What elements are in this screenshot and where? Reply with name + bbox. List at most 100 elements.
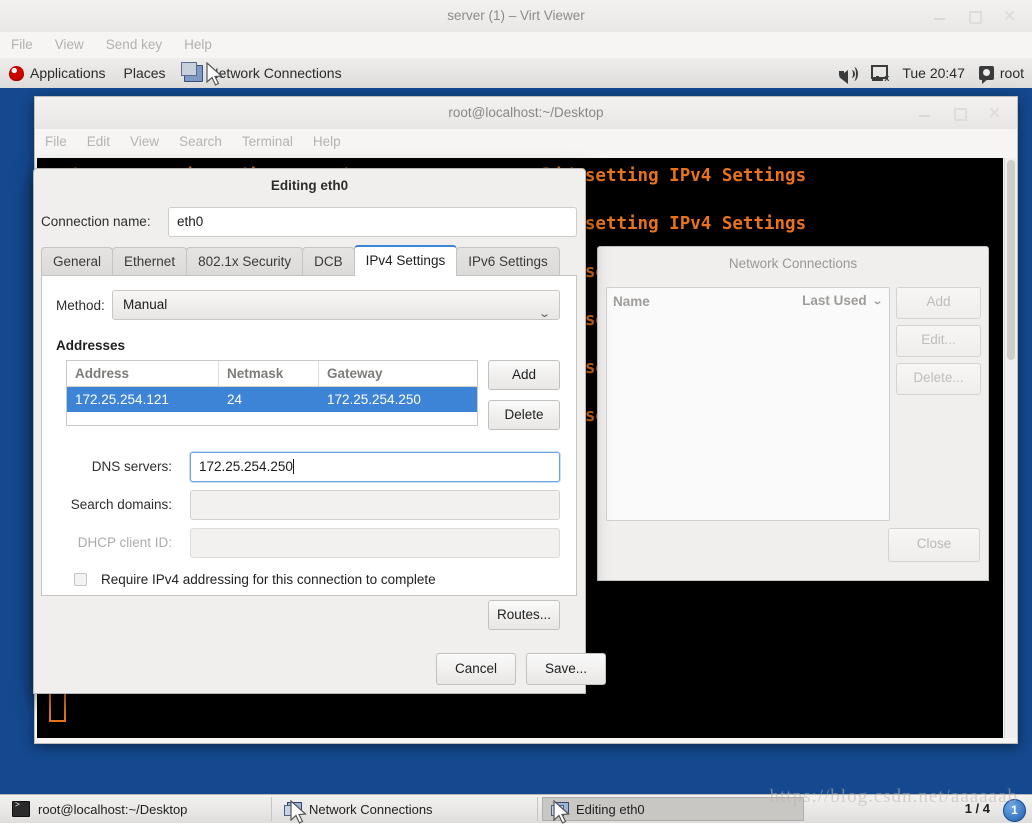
clock[interactable]: Tue 20:47 bbox=[902, 65, 965, 81]
cancel-button[interactable]: Cancel bbox=[436, 653, 516, 685]
connection-name-input[interactable]: eth0 bbox=[168, 207, 577, 237]
column-header-address[interactable]: Address bbox=[67, 361, 219, 386]
taskbar-item-terminal[interactable]: root@localhost:~/Desktop bbox=[4, 797, 272, 821]
volume-icon[interactable] bbox=[839, 66, 859, 84]
minimize-icon[interactable] bbox=[933, 10, 946, 23]
terminal-window-controls: ✕ bbox=[918, 97, 1001, 129]
maximize-icon[interactable] bbox=[968, 10, 982, 24]
terminal-menu-view[interactable]: View bbox=[120, 129, 169, 155]
dns-servers-input[interactable]: 172.25.254.250 bbox=[190, 452, 560, 482]
terminal-menu-file[interactable]: File bbox=[35, 129, 77, 155]
user-menu[interactable]: root bbox=[978, 65, 1024, 84]
connection-name-label: Connection name: bbox=[41, 214, 151, 229]
gnome-top-panel: Applications Places Network Connections … bbox=[0, 58, 1032, 89]
dns-servers-label: DNS servers: bbox=[91, 459, 172, 474]
column-header-gateway[interactable]: Gateway bbox=[319, 361, 475, 386]
terminal-menu-help[interactable]: Help bbox=[303, 129, 351, 155]
places-menu-label: Places bbox=[123, 65, 166, 81]
nc-delete-button[interactable]: Delete... bbox=[896, 363, 981, 395]
network-connections-title: Network Connections bbox=[728, 256, 858, 271]
save-button[interactable]: Save... bbox=[526, 653, 606, 685]
cell-netmask[interactable]: 24 bbox=[219, 387, 319, 412]
active-window-label: Network Connections bbox=[208, 65, 342, 81]
terminal-scrollbar-thumb[interactable] bbox=[1007, 160, 1015, 360]
menu-send-key[interactable]: Send key bbox=[95, 32, 173, 58]
tab-dcb[interactable]: DCB bbox=[302, 247, 355, 276]
addresses-label: Addresses bbox=[56, 338, 126, 353]
tab-8021x-security[interactable]: 802.1x Security bbox=[186, 247, 304, 276]
nc-edit-button[interactable]: Edit... bbox=[896, 325, 981, 357]
terminal-title: root@localhost:~/Desktop bbox=[448, 105, 604, 120]
taskbar: root@localhost:~/Desktop Network Connect… bbox=[0, 794, 1032, 823]
dhcp-client-id-row: DHCP client ID: bbox=[42, 528, 578, 558]
places-menu[interactable]: Places bbox=[115, 58, 175, 88]
require-ipv4-row: Require IPv4 addressing for this connect… bbox=[42, 568, 578, 590]
address-table[interactable]: Address Netmask Gateway 172.25.254.121 2… bbox=[66, 360, 478, 426]
terminal-scrollbar[interactable] bbox=[1004, 158, 1017, 738]
terminal-cursor bbox=[49, 690, 66, 722]
cell-gateway[interactable]: 172.25.254.250 bbox=[319, 387, 475, 412]
connection-name-row: Connection name: eth0 bbox=[34, 207, 585, 237]
taskbar-item-label: Editing eth0 bbox=[576, 801, 645, 817]
address-add-button[interactable]: Add bbox=[488, 360, 560, 390]
chevron-down-icon: ⌄ bbox=[871, 295, 883, 306]
terminal-menu-terminal[interactable]: Terminal bbox=[232, 129, 303, 155]
workspace-badge[interactable]: 1 bbox=[1003, 799, 1026, 822]
dns-servers-row: DNS servers: 172.25.254.250 bbox=[42, 452, 578, 482]
user-icon bbox=[978, 66, 994, 84]
active-window-indicator[interactable]: Network Connections bbox=[175, 58, 351, 88]
network-disconnected-icon[interactable]: x bbox=[870, 65, 889, 83]
workspace-pager[interactable]: 1 / 4 bbox=[965, 795, 990, 823]
menu-file[interactable]: File bbox=[0, 32, 44, 58]
gnome-panel-left: Applications Places Network Connections bbox=[0, 58, 351, 88]
applications-menu[interactable]: Applications bbox=[0, 58, 115, 88]
maximize-icon[interactable] bbox=[953, 107, 967, 121]
taskbar-item-editing-eth0[interactable]: Editing eth0 bbox=[542, 797, 804, 821]
routes-button[interactable]: Routes... bbox=[488, 600, 560, 630]
gnome-panel-right: x Tue 20:47 root bbox=[839, 58, 1024, 88]
menu-view[interactable]: View bbox=[44, 32, 95, 58]
cell-address[interactable]: 172.25.254.121 bbox=[67, 387, 219, 412]
taskbar-item-network-connections[interactable]: Network Connections bbox=[276, 797, 538, 821]
ipv4-settings-panel: Method: Manual ⌄ Addresses Address Netma… bbox=[41, 275, 578, 630]
search-domains-input[interactable] bbox=[190, 490, 560, 520]
column-header-netmask[interactable]: Netmask bbox=[219, 361, 319, 386]
network-connections-list[interactable]: Name Last Used ⌄ bbox=[606, 287, 890, 521]
nc-add-button[interactable]: Add bbox=[896, 287, 981, 319]
address-delete-button[interactable]: Delete bbox=[488, 400, 560, 430]
require-ipv4-label: Require IPv4 addressing for this connect… bbox=[101, 571, 436, 587]
tab-general[interactable]: General bbox=[41, 247, 114, 276]
tab-ipv6-settings[interactable]: IPv6 Settings bbox=[456, 247, 560, 276]
virt-viewer-window: server (1) – Virt Viewer ✕ File View Sen… bbox=[0, 0, 1032, 824]
terminal-menubar: File Edit View Search Terminal Help bbox=[35, 129, 1017, 155]
user-menu-label: root bbox=[999, 65, 1024, 81]
method-select[interactable]: Manual ⌄ bbox=[112, 290, 560, 320]
network-window-icon bbox=[180, 61, 203, 82]
editing-eth0-dialog: Editing eth0 Connection name: eth0 Gener… bbox=[33, 168, 606, 694]
close-icon[interactable]: ✕ bbox=[1003, 9, 1016, 24]
network-window-icon bbox=[284, 802, 302, 816]
terminal-menu-search[interactable]: Search bbox=[169, 129, 232, 155]
nc-close-button[interactable]: Close bbox=[888, 528, 980, 562]
minimize-icon[interactable] bbox=[918, 107, 931, 120]
taskbar-item-label: root@localhost:~/Desktop bbox=[38, 801, 188, 817]
tab-ethernet[interactable]: Ethernet bbox=[112, 247, 188, 276]
menu-help[interactable]: Help bbox=[173, 32, 223, 58]
table-row[interactable]: 172.25.254.121 24 172.25.254.250 bbox=[67, 387, 477, 412]
dhcp-client-id-label: DHCP client ID: bbox=[77, 535, 172, 550]
column-header-last-used[interactable]: Last Used ⌄ bbox=[802, 293, 883, 309]
terminal-titlebar[interactable]: root@localhost:~/Desktop ✕ bbox=[35, 97, 1017, 130]
virt-viewer-window-controls: ✕ bbox=[933, 0, 1016, 32]
virt-viewer-menubar: File View Send key Help bbox=[0, 32, 1032, 58]
tab-ipv4-settings[interactable]: IPv4 Settings bbox=[353, 245, 458, 276]
network-connections-list-header: Name Last Used ⌄ bbox=[607, 288, 889, 314]
method-label: Method: bbox=[56, 298, 105, 313]
column-header-name[interactable]: Name bbox=[613, 294, 650, 309]
terminal-menu-edit[interactable]: Edit bbox=[77, 129, 120, 155]
taskbar-item-label: Network Connections bbox=[309, 801, 433, 817]
terminal-icon bbox=[12, 801, 30, 817]
require-ipv4-checkbox[interactable] bbox=[74, 572, 87, 586]
close-icon[interactable]: ✕ bbox=[988, 106, 1001, 121]
virt-viewer-titlebar[interactable]: server (1) – Virt Viewer ✕ bbox=[0, 0, 1032, 33]
network-window-icon bbox=[551, 802, 569, 816]
